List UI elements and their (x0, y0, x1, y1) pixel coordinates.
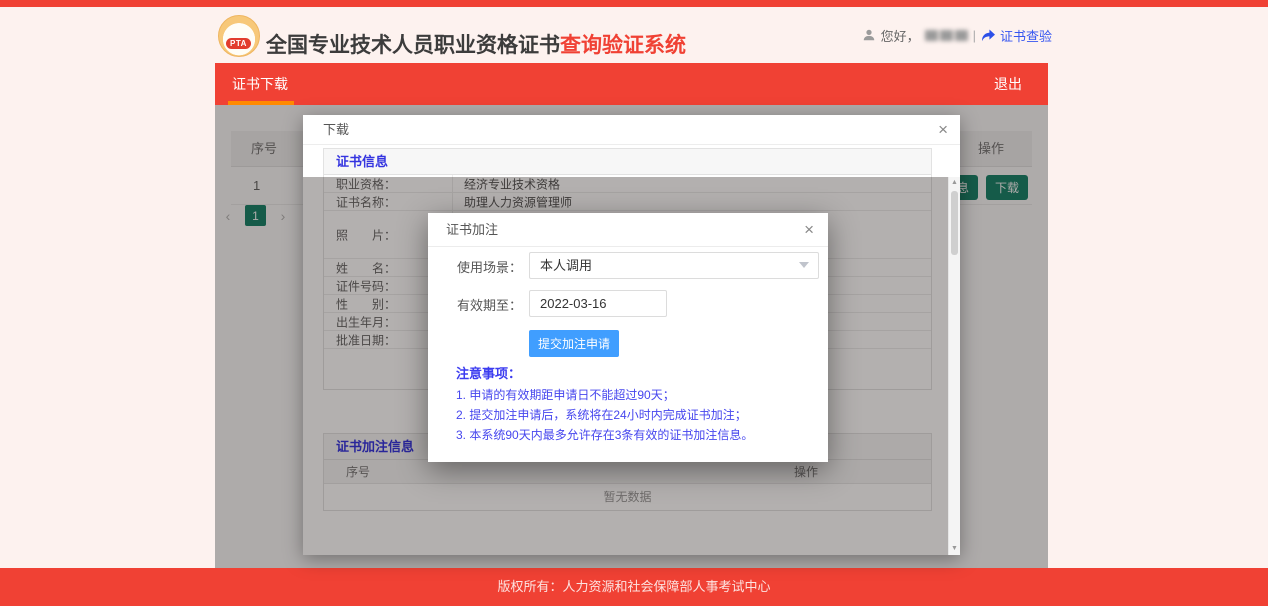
site-title: 全国专业技术人员职业资格证书查询验证系统 (266, 29, 686, 59)
annotation-modal-title: 证书加注 (446, 213, 498, 247)
scrollbar-down-icon[interactable]: ▼ (949, 543, 960, 555)
scene-label: 使用场景： (446, 257, 522, 276)
logout-button[interactable]: 退出 (994, 63, 1022, 105)
site-title-accent: 查询验证系统 (560, 34, 686, 57)
scrollbar-thumb[interactable] (951, 191, 958, 255)
site-footer: 版权所有：人力资源和社会保障部人事考试中心 (0, 568, 1268, 606)
pta-logo: PTA (218, 15, 260, 57)
site-header: PTA 全国专业技术人员职业资格证书查询验证系统 您好， | 证书查验 (0, 7, 1268, 63)
user-area: 您好， | 证书查验 (862, 25, 1052, 45)
copyright-text: 版权所有：人力资源和社会保障部人事考试中心 (0, 568, 1268, 606)
cert-info-section-title: 证书信息 (324, 149, 931, 175)
certificate-verify-link[interactable]: 证书查验 (981, 26, 1052, 45)
greeting-text: 您好， (881, 26, 920, 45)
scrollbar-up-icon[interactable]: ▲ (949, 177, 960, 189)
chevron-down-icon (799, 262, 809, 268)
note-item: 3. 本系统90天内最多允许存在3条有效的证书加注信息。 (456, 426, 753, 443)
download-modal-title: 下载 (323, 115, 349, 145)
download-modal-header: 下载 × (303, 115, 960, 145)
separator: | (973, 28, 976, 43)
user-icon (862, 28, 876, 42)
site-title-main: 全国专业技术人员职业资格证书 (266, 34, 560, 57)
annotation-modal-header: 证书加注 × (428, 213, 828, 247)
note-item: 2. 提交加注申请后，系统将在24小时内完成证书加注； (456, 406, 747, 423)
top-accent-bar (0, 0, 1268, 7)
pta-logo-text: PTA (226, 38, 251, 49)
share-arrow-icon (981, 29, 996, 42)
scene-select[interactable]: 本人调用 (529, 252, 819, 279)
redacted-username (925, 30, 968, 41)
modal-scrollbar[interactable]: ▲ ▼ (948, 177, 960, 555)
valid-until-input[interactable] (529, 290, 667, 317)
nav-item-cert-download[interactable]: 证书下载 (232, 63, 288, 105)
notes-title: 注意事项： (456, 363, 521, 382)
verify-link-label: 证书查验 (1000, 26, 1052, 45)
submit-annotation-button[interactable]: 提交加注申请 (529, 330, 619, 357)
note-item: 1. 申请的有效期距申请日不能超过90天； (456, 386, 675, 403)
main-nav: 证书下载 退出 (215, 63, 1048, 105)
valid-until-label: 有效期至： (446, 295, 522, 314)
scene-select-value: 本人调用 (540, 258, 592, 273)
annotation-modal: 证书加注 × 使用场景： 本人调用 有效期至： 提交加注申请 注意事项： 1. … (428, 213, 828, 462)
annotation-modal-close-icon[interactable]: × (804, 213, 814, 247)
app-window: PTA 全国专业技术人员职业资格证书查询验证系统 您好， | 证书查验 证书下载… (0, 0, 1268, 606)
download-modal-close-icon[interactable]: × (938, 115, 948, 145)
